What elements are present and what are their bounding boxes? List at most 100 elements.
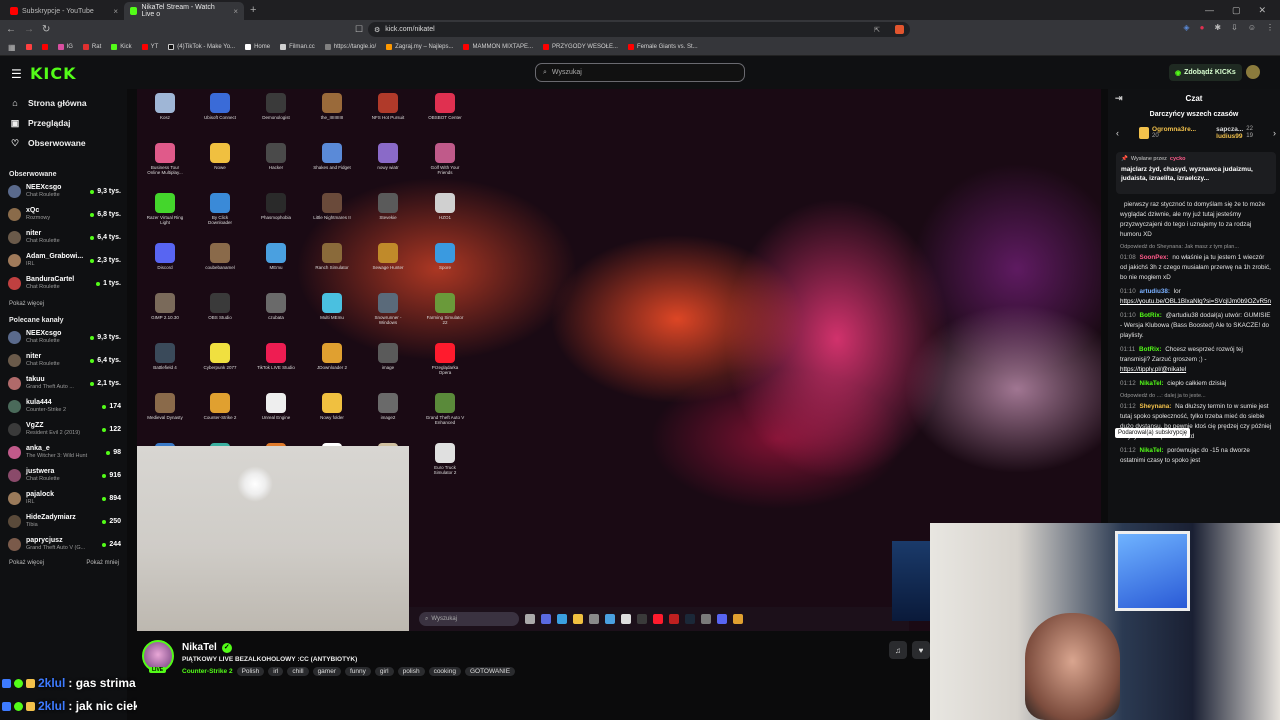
chat-message[interactable]: 01:10 artudiu38: lor https://youtu.be/OB… xyxy=(1108,285,1280,309)
bookmark-item[interactable]: YT xyxy=(141,44,158,50)
brave-shield-icon[interactable] xyxy=(895,25,904,34)
maximize-icon[interactable]: ▢ xyxy=(1232,5,1241,16)
desktop-icon[interactable]: Phasmophobia xyxy=(256,193,296,220)
desktop-icon[interactable]: Stevekie xyxy=(368,193,408,220)
bookmark-item[interactable]: https://tangle.io/ xyxy=(324,44,376,50)
streamer-name[interactable]: NikaTel xyxy=(182,642,217,653)
channel-item[interactable]: anka_e The Witcher 3: Wild Hunt 98 xyxy=(0,441,127,464)
stream-tag[interactable]: funny xyxy=(345,667,371,676)
desktop-icon[interactable]: Grand Theft Auto V Enhanced xyxy=(425,393,465,425)
show-more-followed[interactable]: Pokaż więcej xyxy=(0,295,127,307)
bookmark-item[interactable]: (4)TikTok - Make Yo... xyxy=(168,44,235,50)
stream-tag[interactable]: chill xyxy=(287,667,309,676)
desktop-icon[interactable]: image xyxy=(368,343,408,370)
stream-tag[interactable]: irl xyxy=(268,667,284,676)
nav-home[interactable]: ⌂ Strona główna xyxy=(0,93,127,113)
stream-tag[interactable]: gamer xyxy=(312,667,341,676)
message-link[interactable]: https://youtu.be/OBL1BlxaNlg?si=SVcjlJm0… xyxy=(1120,298,1271,305)
desktop-icon[interactable]: Hacker xyxy=(256,143,296,170)
desktop-icon[interactable]: czubata xyxy=(256,293,296,320)
nav-following[interactable]: ♡ Obserwowane xyxy=(0,133,127,153)
channel-item[interactable]: niter Chat Roulette 6,4 tys. xyxy=(0,226,127,249)
channel-item[interactable]: VgZZ Resident Evil 2 (2019) 122 xyxy=(0,418,127,441)
desktop-icon[interactable]: nowy wiatr xyxy=(368,143,408,170)
desktop-icon[interactable]: Ranch Simulator xyxy=(312,243,352,270)
bookmark-item[interactable]: PRZYGODY WESOŁE... xyxy=(543,44,618,50)
stream-tag[interactable]: girl xyxy=(374,667,394,676)
notification-bell-button[interactable]: ♫ xyxy=(889,641,907,659)
channel-item[interactable]: justwera Chat Roulette 916 xyxy=(0,464,127,487)
desktop-icon[interactable]: Nowy folder xyxy=(312,393,352,420)
forward-icon[interactable]: → xyxy=(24,24,34,35)
desktop-icon[interactable]: Nowe xyxy=(200,143,240,170)
channel-item[interactable]: NEEXcsgo Chat Roulette 9,3 tys. xyxy=(0,180,127,203)
message-username[interactable]: Sheynana: xyxy=(1140,403,1172,410)
channel-item[interactable]: pajalock IRL 894 xyxy=(0,487,127,510)
kick-logo[interactable]: KICK xyxy=(30,64,77,83)
back-icon[interactable]: ← xyxy=(6,24,16,35)
user-avatar[interactable] xyxy=(1246,65,1260,79)
reload-icon[interactable]: ↻ xyxy=(42,24,50,35)
desktop-icon[interactable]: Golf With Your Friends xyxy=(425,143,465,175)
desktop-icon[interactable]: coubebanamel xyxy=(200,243,240,270)
desktop-icon[interactable]: Euro Truck Simulator 2 xyxy=(425,443,465,475)
close-tab-icon[interactable]: × xyxy=(113,7,118,16)
message-link[interactable]: https://tipply.pl/@nikatel xyxy=(1120,366,1186,373)
extension-icon[interactable]: ● xyxy=(1200,23,1205,32)
desktop-icon[interactable]: Medieval Dynasty xyxy=(145,393,185,420)
search-input[interactable]: ⌕ Wyszukaj xyxy=(535,63,745,82)
desktop-icon[interactable]: Battlefield 4 xyxy=(145,343,185,370)
site-info-icon[interactable]: ⚙ xyxy=(374,26,380,34)
bookmark-item[interactable]: Female Giants vs. St... xyxy=(627,44,698,50)
desktop-icon[interactable]: Unreal Engine xyxy=(256,393,296,420)
desktop-icon[interactable]: Snowrunner - Windows xyxy=(368,293,408,325)
stream-tag[interactable]: cooking xyxy=(428,667,461,676)
chat-message[interactable]: 01:11 BotRix: Chcesz wesprzeć rozwój tej… xyxy=(1108,343,1280,377)
channel-item[interactable]: paprycjusz Grand Theft Auto V (G... 244 xyxy=(0,533,127,556)
desktop-icon[interactable]: image2 xyxy=(368,393,408,420)
desktop-icon[interactable]: Discord xyxy=(145,243,185,270)
channel-item[interactable]: xQc Rozmowy 6,8 tys. xyxy=(0,203,127,226)
message-username[interactable]: BotRix: xyxy=(1139,346,1161,353)
message-username[interactable]: artudiu38: xyxy=(1140,288,1170,295)
profile-icon[interactable]: ☺ xyxy=(1248,23,1256,32)
bookmark-item[interactable]: IG xyxy=(57,44,73,50)
desktop-icon[interactable]: JDownloader 2 xyxy=(312,343,352,370)
chat-message[interactable]: pierwszy raz stycznoć to domyślam się że… xyxy=(1108,198,1280,242)
desktop-icon[interactable]: Spore xyxy=(425,243,465,270)
channel-item[interactable]: kula444 Counter-Strike 2 174 xyxy=(0,395,127,418)
desktop-icon[interactable]: Razer Virtual Ring Light xyxy=(145,193,185,225)
channel-item[interactable]: NEEXcsgo Chat Roulette 9,3 tys. xyxy=(0,326,127,349)
stream-tag[interactable]: polish xyxy=(397,667,425,676)
menu-dots-icon[interactable]: ⋮ xyxy=(1266,23,1274,32)
bookmark-item[interactable] xyxy=(25,44,32,50)
bookmark-item[interactable]: Zagraj.my – Najleps... xyxy=(386,44,453,50)
desktop-icon[interactable]: GIMP 2.10.30 xyxy=(145,293,185,320)
gifter-item[interactable]: Ogromna3re... 20 xyxy=(1139,126,1196,140)
bookmark-item[interactable]: Rat xyxy=(82,44,101,50)
message-username[interactable]: NikaTel: xyxy=(1140,380,1164,387)
channel-item[interactable]: takuu Grand Theft Auto ... 2,1 tys. xyxy=(0,372,127,395)
extension-icon[interactable]: ◈ xyxy=(1183,23,1189,32)
message-username[interactable]: SoonPex: xyxy=(1140,254,1169,261)
desktop-icon[interactable]: Multi MEmu xyxy=(312,293,352,320)
desktop-icon[interactable]: Business Tour Online Multiplay... xyxy=(145,143,185,175)
bookmark-item[interactable]: Kick xyxy=(111,44,132,50)
chat-message[interactable]: 01:08 SoonPex: no właśnie ja tu jestem 1… xyxy=(1108,251,1280,285)
extension-icon[interactable]: ✱ xyxy=(1214,23,1221,32)
new-tab-button[interactable]: + xyxy=(250,4,256,16)
desktop-icon[interactable]: Shakes and Fidget xyxy=(312,143,352,170)
message-username[interactable]: NikaTel: xyxy=(1140,447,1164,454)
tab-kick[interactable]: NikaTel Stream - Watch Live o × xyxy=(124,2,244,20)
desktop-icon[interactable]: TikTok LIVE Studio xyxy=(256,343,296,370)
bookmark-item[interactable]: Filman.cc xyxy=(280,44,315,50)
desktop-icon[interactable]: Farming Simulator 22 xyxy=(425,293,465,325)
channel-item[interactable]: Adam_Grabowi... IRL 2,3 tys. xyxy=(0,249,127,272)
gifter-item[interactable]: sapcza... ludius99 22 19 xyxy=(1216,126,1253,140)
apps-grid-icon[interactable]: ▦ xyxy=(8,43,16,52)
share-icon[interactable]: ⇱ xyxy=(874,26,880,34)
channel-item[interactable]: BanduraCartel Chat Roulette 1 tys. xyxy=(0,272,127,295)
chat-message[interactable]: 01:12 NikaTel: porównując do -15 na dwor… xyxy=(1108,444,1280,468)
desktop-icon[interactable]: the_IIIIIIIIIII xyxy=(312,93,352,120)
desktop-icon[interactable]: Little Nightmares II xyxy=(312,193,352,220)
